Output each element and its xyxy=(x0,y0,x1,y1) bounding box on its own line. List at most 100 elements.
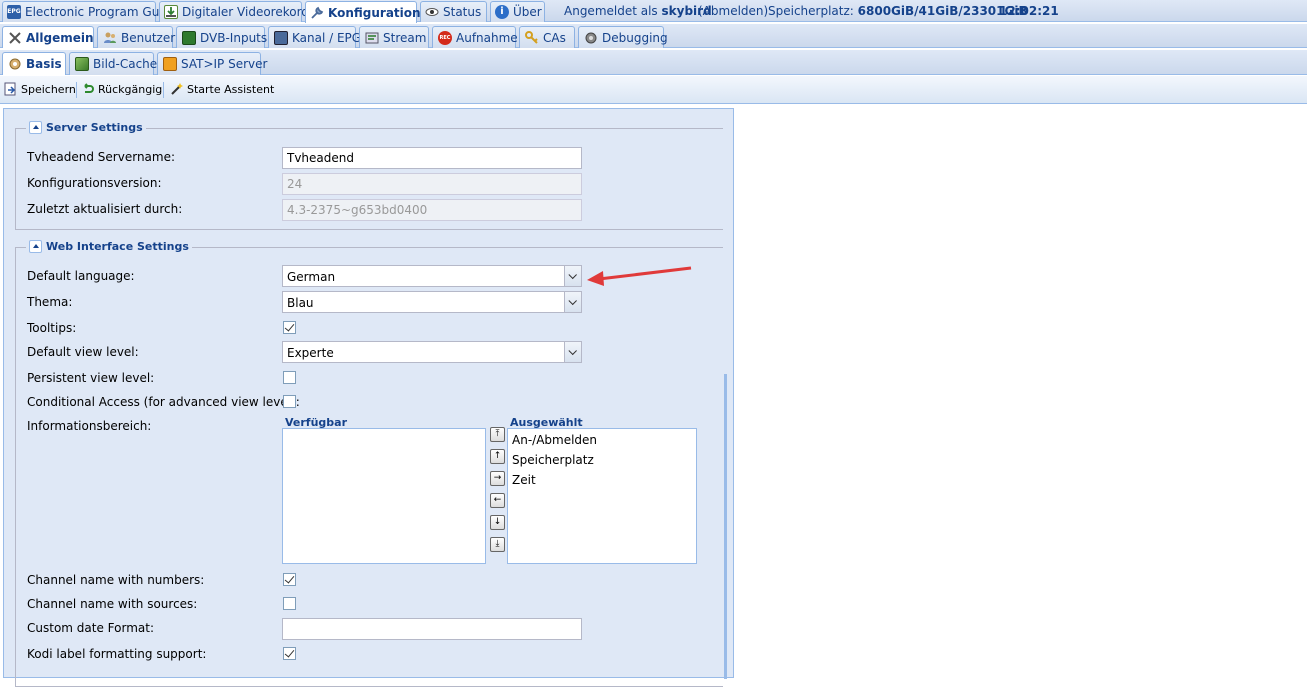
move-top-icon[interactable]: ⤒ xyxy=(490,427,505,442)
sub-tab-bar: Basis Bild-Cache SAT>IP Server xyxy=(0,50,1307,75)
save-button[interactable]: Speichern xyxy=(4,82,76,96)
tooltips-label: Tooltips: xyxy=(27,321,77,335)
list-item[interactable]: Zeit xyxy=(512,473,536,487)
clock: 12:02:21 xyxy=(999,4,1059,18)
chsrc-checkbox[interactable] xyxy=(283,597,296,610)
rec-icon: REC xyxy=(438,30,452,45)
storage-prefix: Speicherplatz: xyxy=(768,4,854,18)
move-right-icon[interactable]: → xyxy=(490,471,505,486)
tools-icon xyxy=(8,31,22,45)
tab-label: Kanal / EPG xyxy=(292,30,362,45)
move-down-icon[interactable]: ↓ xyxy=(490,515,505,530)
eye-icon xyxy=(425,5,439,19)
tab-label: DVB-Inputs xyxy=(200,30,268,45)
wizard-label: Starte Assistent xyxy=(187,82,275,96)
chevron-down-icon[interactable] xyxy=(564,292,581,312)
info-area-label: Informationsbereich: xyxy=(27,419,152,433)
toolbar: Speichern Rückgängig Starte Assistent xyxy=(0,76,1307,104)
undo-label: Rückgängig xyxy=(98,82,163,96)
section-title: Web Interface Settings xyxy=(46,240,189,253)
card-icon xyxy=(182,30,196,45)
save-icon xyxy=(4,82,18,96)
tv-icon xyxy=(274,30,288,45)
chnum-checkbox[interactable] xyxy=(283,573,296,586)
persistent-label: Persistent view level: xyxy=(27,371,155,385)
top-tab-bar: EPG Electronic Program Guide Digitaler V… xyxy=(0,0,1307,23)
list-item[interactable]: Speicherplatz xyxy=(512,453,594,467)
download-icon xyxy=(164,5,178,19)
selected-list[interactable]: An-/Abmelden Speicherplatz Zeit xyxy=(507,428,697,564)
date-format-input[interactable] xyxy=(282,618,582,640)
tab-allgemein[interactable]: Allgemein xyxy=(2,26,94,48)
tab-satip-server[interactable]: SAT>IP Server xyxy=(157,52,267,75)
ca-checkbox[interactable] xyxy=(283,395,296,408)
tab-stream[interactable]: Stream xyxy=(359,26,429,48)
login-prefix: Angemeldet als xyxy=(564,4,658,18)
ca-label: Conditional Access (for advanced view le… xyxy=(27,395,300,409)
tab-konfiguration[interactable]: Konfiguration xyxy=(305,1,421,23)
tab-bild-cache[interactable]: Bild-Cache xyxy=(69,52,158,75)
storage-info: Speicherplatz: 6800GiB/41GiB/23301GiB xyxy=(768,4,1028,18)
servername-input[interactable] xyxy=(282,147,582,169)
view-level-label: Default view level: xyxy=(27,345,139,359)
tab-cas[interactable]: CAs xyxy=(519,26,575,48)
view-level-value: Experte xyxy=(287,346,334,360)
tab-aufnahme[interactable]: REC Aufnahme xyxy=(432,26,518,48)
logout-link[interactable]: (Abmelden) xyxy=(698,4,768,18)
tab-basis[interactable]: Basis xyxy=(2,52,66,75)
chevron-down-icon[interactable] xyxy=(564,342,581,362)
chnum-label: Channel name with numbers: xyxy=(27,573,205,587)
list-item[interactable]: An-/Abmelden xyxy=(512,433,597,447)
tab-label: Bild-Cache xyxy=(93,57,158,71)
collapse-toggle-icon[interactable] xyxy=(29,121,42,134)
language-select[interactable]: German xyxy=(282,265,582,287)
available-list[interactable] xyxy=(282,428,486,564)
chevron-down-icon[interactable] xyxy=(564,266,581,286)
wand-icon xyxy=(170,82,184,96)
tab-debugging[interactable]: Debugging xyxy=(578,26,668,48)
theme-select[interactable]: Blau xyxy=(282,291,582,313)
config-version-label: Konfigurationsversion: xyxy=(27,176,162,190)
move-left-icon[interactable]: ← xyxy=(490,493,505,508)
theme-value: Blau xyxy=(287,296,314,310)
move-up-icon[interactable]: ↑ xyxy=(490,449,505,464)
servername-label: Tvheadend Servername: xyxy=(27,150,176,164)
info-icon: i xyxy=(495,5,509,19)
web-settings-legend: Web Interface Settings xyxy=(26,240,192,253)
tab-label: Konfiguration xyxy=(328,5,421,20)
view-level-select[interactable]: Experte xyxy=(282,341,582,363)
config-version-input xyxy=(282,173,582,195)
tab-label: Basis xyxy=(26,57,62,71)
undo-icon xyxy=(81,82,95,96)
settings-icon xyxy=(8,57,22,71)
section-title: Server Settings xyxy=(46,121,143,134)
bug-icon xyxy=(584,31,598,45)
collapse-toggle-icon[interactable] xyxy=(29,240,42,253)
panel-scrollbar[interactable] xyxy=(724,374,727,679)
move-bottom-icon[interactable]: ⤓ xyxy=(490,537,505,552)
updated-by-input xyxy=(282,199,582,221)
wizard-button[interactable]: Starte Assistent xyxy=(170,82,274,96)
tab-epg[interactable]: EPG Electronic Program Guide xyxy=(2,1,178,22)
tab-dvr[interactable]: Digitaler Videorekorder xyxy=(159,1,321,22)
tab-label: Über xyxy=(513,5,542,19)
undo-button[interactable]: Rückgängig xyxy=(81,82,162,96)
annotation-arrow-icon xyxy=(587,266,692,286)
toolbar-separator xyxy=(163,82,164,98)
tab-label: Aufnahme xyxy=(456,30,518,45)
login-info: Angemeldet als skybird xyxy=(564,4,712,18)
tooltips-checkbox[interactable] xyxy=(283,321,296,334)
persistent-checkbox[interactable] xyxy=(283,371,296,384)
chsrc-label: Channel name with sources: xyxy=(27,597,198,611)
users-icon xyxy=(103,31,117,45)
tab-benutzer[interactable]: Benutzer xyxy=(97,26,175,48)
tab-kanal-epg[interactable]: Kanal / EPG xyxy=(268,26,361,48)
satip-icon xyxy=(163,57,177,71)
tab-ueber[interactable]: i Über xyxy=(490,1,545,22)
tab-dvb-inputs[interactable]: DVB-Inputs xyxy=(176,26,268,48)
kodi-checkbox[interactable] xyxy=(283,647,296,660)
tab-label: Status xyxy=(443,5,482,19)
tab-label: Digitaler Videorekorder xyxy=(182,5,322,19)
tab-status[interactable]: Status xyxy=(420,1,487,22)
tab-label: Stream xyxy=(383,30,427,45)
